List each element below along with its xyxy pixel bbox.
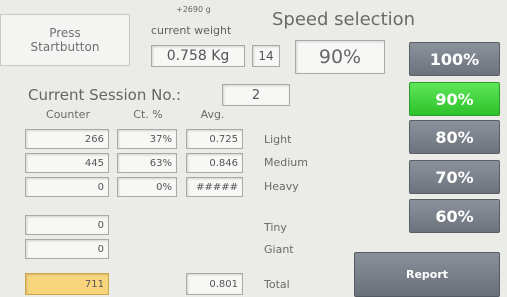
giant-counter: 0 — [25, 239, 109, 259]
current-weight-value: 0.758 Kg — [151, 45, 245, 67]
medium-pct: 63% — [117, 153, 177, 173]
avg-header: Avg. — [200, 108, 225, 121]
speed-button-100[interactable]: 100% — [409, 42, 500, 76]
speed-button-60[interactable]: 60% — [409, 199, 500, 233]
counter-header: Counter — [46, 108, 90, 121]
report-button[interactable]: Report — [354, 252, 500, 297]
speed-selection-title: Speed selection — [272, 9, 416, 30]
light-avg: 0.725 — [186, 129, 243, 149]
light-pct: 37% — [117, 129, 177, 149]
giant-label: Giant — [264, 243, 294, 256]
heavy-pct: 0% — [117, 177, 177, 197]
medium-counter: 445 — [25, 153, 109, 173]
total-counter: 711 — [25, 273, 109, 295]
weight-offset: +2690 g — [176, 5, 211, 14]
medium-avg: 0.846 — [186, 153, 243, 173]
weight-count: 14 — [252, 45, 280, 67]
light-counter: 266 — [25, 129, 109, 149]
start-button-label: Press Startbutton — [30, 26, 100, 54]
session-number: 2 — [222, 84, 290, 106]
total-label: Total — [264, 278, 290, 291]
heavy-avg: ##### — [186, 177, 243, 197]
start-button[interactable]: Press Startbutton — [0, 14, 130, 66]
speed-button-70[interactable]: 70% — [409, 160, 500, 194]
current-weight-label: current weight — [151, 24, 232, 37]
current-speed-value: 90% — [295, 40, 385, 74]
report-button-label: Report — [405, 268, 449, 281]
pct-header: Ct. % — [133, 108, 163, 121]
tiny-counter: 0 — [25, 215, 109, 235]
session-label: Current Session No.: — [28, 86, 182, 104]
medium-label: Medium — [264, 156, 308, 169]
total-avg: 0.801 — [186, 273, 243, 295]
light-label: Light — [264, 133, 292, 146]
heavy-counter: 0 — [25, 177, 109, 197]
speed-button-90[interactable]: 90% — [409, 82, 500, 116]
speed-button-80[interactable]: 80% — [409, 120, 500, 154]
heavy-label: Heavy — [264, 180, 299, 193]
tiny-label: Tiny — [264, 221, 287, 234]
